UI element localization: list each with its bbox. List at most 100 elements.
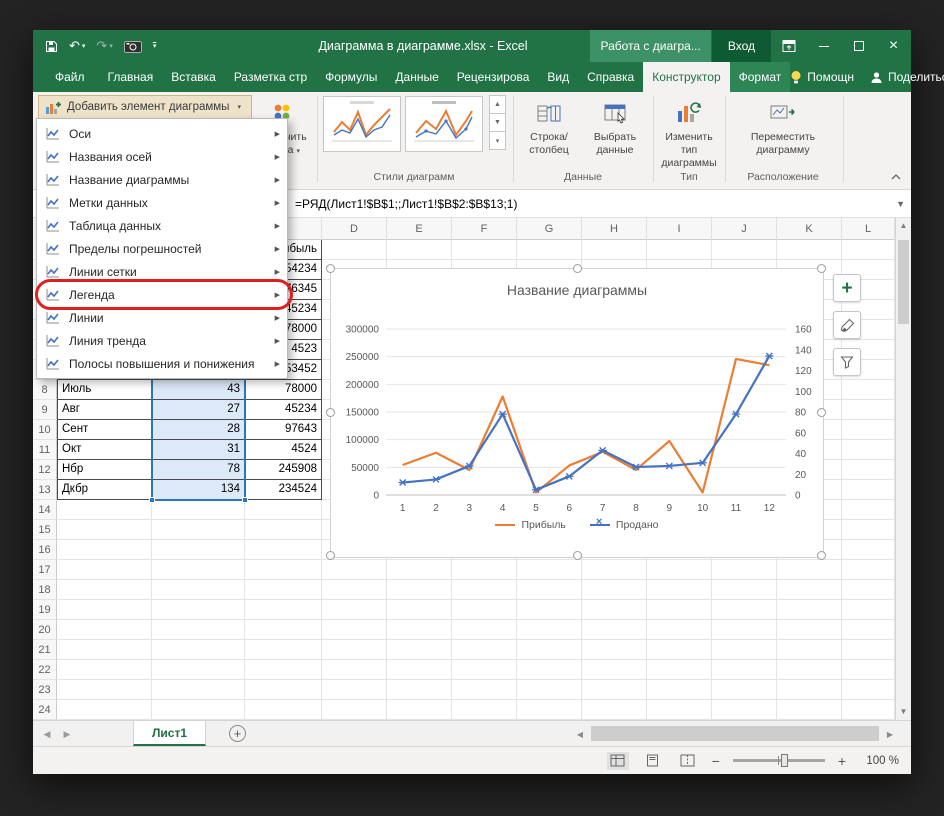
cell-K17[interactable] (777, 560, 842, 580)
cell-K24[interactable] (777, 700, 842, 720)
tab-view[interactable]: Вид (538, 62, 578, 92)
cell-L1[interactable] (842, 240, 895, 260)
cell-C10[interactable]: 97643 (245, 420, 322, 440)
cell-D21[interactable] (322, 640, 387, 660)
cell-I20[interactable] (647, 620, 712, 640)
chart-container[interactable]: Название диаграммы 050000100000150000200… (330, 268, 824, 558)
cell-E23[interactable] (387, 680, 452, 700)
cell-A15[interactable] (57, 520, 152, 540)
save-button[interactable] (45, 40, 58, 53)
scroll-down-button[interactable]: ▼ (896, 704, 911, 720)
row-header-14[interactable]: 14 (33, 500, 57, 520)
cell-L20[interactable] (842, 620, 895, 640)
cell-E19[interactable] (387, 600, 452, 620)
chart-filters-button[interactable] (833, 348, 861, 376)
cell-B13[interactable]: 134 (152, 480, 245, 500)
cell-L10[interactable] (842, 420, 895, 440)
cell-D23[interactable] (322, 680, 387, 700)
row-header-13[interactable]: 13 (33, 480, 57, 500)
cell-C9[interactable]: 45234 (245, 400, 322, 420)
tab-help[interactable]: Справка (578, 62, 643, 92)
cell-L21[interactable] (842, 640, 895, 660)
cell-A10[interactable]: Сент (57, 420, 152, 440)
cell-I23[interactable] (647, 680, 712, 700)
cell-E20[interactable] (387, 620, 452, 640)
cell-F19[interactable] (452, 600, 517, 620)
cell-G19[interactable] (517, 600, 582, 620)
cell-J22[interactable] (712, 660, 777, 680)
row-header-21[interactable]: 21 (33, 640, 57, 660)
cell-J20[interactable] (712, 620, 777, 640)
cell-A22[interactable] (57, 660, 152, 680)
cell-A12[interactable]: Нбр (57, 460, 152, 480)
cell-H21[interactable] (582, 640, 647, 660)
column-header-G[interactable]: G (517, 218, 582, 240)
legend-item-Продано[interactable]: Продано (590, 519, 659, 531)
cell-B21[interactable] (152, 640, 245, 660)
menu-item-gridlines[interactable]: Линии сетки▶ (37, 260, 287, 283)
cell-B16[interactable] (152, 540, 245, 560)
cell-F18[interactable] (452, 580, 517, 600)
cell-H18[interactable] (582, 580, 647, 600)
cell-A17[interactable] (57, 560, 152, 580)
row-header-20[interactable]: 20 (33, 620, 57, 640)
zoom-out-button[interactable]: − (712, 753, 720, 769)
cell-I21[interactable] (647, 640, 712, 660)
cell-E22[interactable] (387, 660, 452, 680)
formula-input[interactable]: =РЯД(Лист1!$B$1;;Лист1!$B$2:$B$13;1) (295, 190, 517, 218)
cell-H22[interactable] (582, 660, 647, 680)
cell-J18[interactable] (712, 580, 777, 600)
chart-elements-button[interactable]: + (833, 274, 861, 302)
cell-L18[interactable] (842, 580, 895, 600)
row-header-8[interactable]: 8 (33, 380, 57, 400)
cell-B12[interactable]: 78 (152, 460, 245, 480)
cell-G18[interactable] (517, 580, 582, 600)
cell-K23[interactable] (777, 680, 842, 700)
tab-page-layout[interactable]: Разметка стр (225, 62, 316, 92)
cell-A19[interactable] (57, 600, 152, 620)
collapse-ribbon-button[interactable] (891, 169, 901, 183)
cell-E21[interactable] (387, 640, 452, 660)
cell-C24[interactable] (245, 700, 322, 720)
chart-handle[interactable] (326, 551, 335, 560)
assistant-tab[interactable]: Помощн (790, 70, 854, 84)
cell-J1[interactable] (712, 240, 777, 260)
view-normal-button[interactable] (607, 752, 629, 770)
column-header-F[interactable]: F (452, 218, 517, 240)
row-header-15[interactable]: 15 (33, 520, 57, 540)
cell-I22[interactable] (647, 660, 712, 680)
cell-L22[interactable] (842, 660, 895, 680)
h-scroll-left-button[interactable]: ◀ (573, 721, 587, 747)
chart-handle[interactable] (326, 408, 335, 417)
menu-item-data-labels[interactable]: Метки данных▶ (37, 191, 287, 214)
menu-item-lines[interactable]: Линии▶ (37, 306, 287, 329)
new-sheet-button[interactable]: + (229, 725, 246, 742)
tab-review[interactable]: Рецензирова (448, 62, 539, 92)
row-header-17[interactable]: 17 (33, 560, 57, 580)
cell-B8[interactable]: 43 (152, 380, 245, 400)
cell-D19[interactable] (322, 600, 387, 620)
cell-B22[interactable] (152, 660, 245, 680)
tab-data[interactable]: Данные (386, 62, 447, 92)
cell-F23[interactable] (452, 680, 517, 700)
cell-L15[interactable] (842, 520, 895, 540)
cell-L12[interactable] (842, 460, 895, 480)
cell-L11[interactable] (842, 440, 895, 460)
scroll-up-button[interactable]: ▲ (896, 218, 911, 234)
add-chart-element-button[interactable]: Добавить элемент диаграммы ▾ (38, 95, 252, 119)
cell-H24[interactable] (582, 700, 647, 720)
cell-G21[interactable] (517, 640, 582, 660)
cell-E17[interactable] (387, 560, 452, 580)
change-chart-type-button[interactable]: Изменить тип диаграммы (659, 94, 719, 170)
cell-A23[interactable] (57, 680, 152, 700)
cell-E1[interactable] (387, 240, 452, 260)
chart-style-thumbnail-2[interactable] (405, 96, 483, 152)
cell-H19[interactable] (582, 600, 647, 620)
zoom-level[interactable]: 100 % (859, 755, 899, 767)
cell-B14[interactable] (152, 500, 245, 520)
column-header-H[interactable]: H (582, 218, 647, 240)
sheet-nav-left-button[interactable]: ◀ (37, 721, 57, 747)
menu-item-trendline[interactable]: Линия тренда▶ (37, 329, 287, 352)
cell-C21[interactable] (245, 640, 322, 660)
tab-insert[interactable]: Вставка (162, 62, 225, 92)
